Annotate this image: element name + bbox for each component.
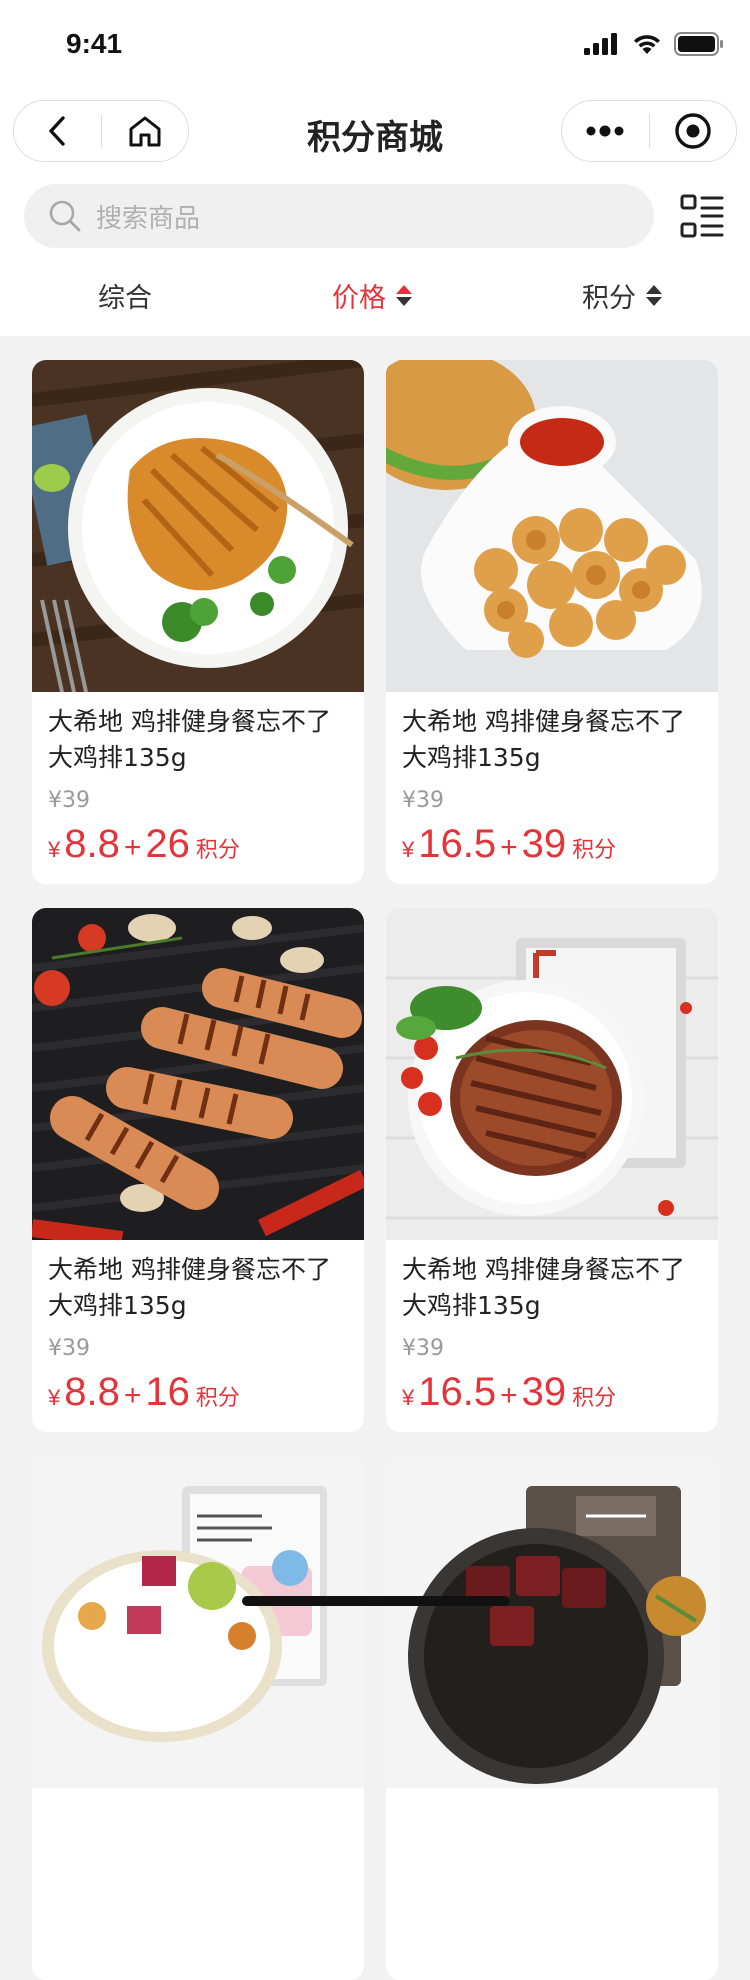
sort-arrows-icon <box>646 285 662 306</box>
price-row: ¥ 8.8 + 26 积分 <box>48 822 240 867</box>
cash-price: 16.5 <box>418 1370 497 1414</box>
signal-icon <box>584 33 617 55</box>
search-placeholder: 搜索商品 <box>96 203 201 234</box>
product-name: 大希地 鸡排健身餐忘不了大鸡排135g <box>48 707 331 772</box>
currency-symbol: ¥ <box>402 1385 415 1410</box>
product-image <box>386 908 718 1240</box>
product-card[interactable] <box>386 1456 718 1980</box>
original-price: ¥39 <box>48 788 90 813</box>
search-icon <box>49 200 81 232</box>
currency-symbol: ¥ <box>402 837 415 862</box>
nav-bar: 积分商城 <box>0 96 750 166</box>
product-card[interactable]: 大希地 鸡排健身餐忘不了大鸡排135g ¥39 ¥ 8.8 + 16 积分 <box>32 908 364 1432</box>
product-name: 大希地 鸡排健身餐忘不了大鸡排135g <box>402 707 685 772</box>
points-value: 39 <box>521 822 567 866</box>
sort-bar: 综合 价格 积分 <box>0 268 750 328</box>
product-card[interactable]: 大希地 鸡排健身餐忘不了大鸡排135g ¥39 ¥ 8.8 + 26 积分 <box>32 360 364 884</box>
wifi-icon <box>634 35 660 54</box>
sort-comprehensive-tab[interactable]: 综合 <box>98 276 152 315</box>
points-value: 26 <box>145 822 190 866</box>
search-row: 搜索商品 <box>0 184 750 250</box>
more-icon <box>586 125 624 137</box>
price-row: ¥ 16.5 + 39 积分 <box>402 822 616 867</box>
layout-toggle-icon[interactable] <box>680 194 724 238</box>
status-bar: 9:41 <box>0 0 750 92</box>
sort-arrows-icon <box>396 285 412 306</box>
original-price: ¥39 <box>48 1336 90 1361</box>
price-row: ¥ 16.5 + 39 积分 <box>402 1370 616 1415</box>
points-value: 16 <box>145 1370 190 1414</box>
status-time: 9:41 <box>66 28 123 59</box>
currency-symbol: ¥ <box>48 1385 61 1410</box>
header-area: 9:41 积分商城 搜索商品 综合 价格 积分 <box>0 0 750 336</box>
product-name: 大希地 鸡排健身餐忘不了大鸡排135g <box>48 1255 331 1320</box>
search-input[interactable]: 搜索商品 <box>24 184 654 248</box>
product-image <box>386 360 718 692</box>
product-image <box>32 1456 364 1788</box>
plus-sign: + <box>500 831 518 864</box>
points-unit: 积分 <box>195 838 240 863</box>
points-unit: 积分 <box>572 838 617 863</box>
plus-sign: + <box>123 1379 142 1412</box>
product-image <box>32 360 364 692</box>
product-card[interactable]: 大希地 鸡排健身餐忘不了大鸡排135g ¥39 ¥ 16.5 + 39 积分 <box>386 360 718 884</box>
home-indicator <box>242 1596 510 1606</box>
product-card[interactable] <box>32 1456 364 1980</box>
sort-label: 积分 <box>582 283 636 314</box>
nav-right-capsule <box>561 100 737 162</box>
close-miniprogram-button[interactable] <box>650 101 737 161</box>
plus-sign: + <box>123 831 142 864</box>
sort-label: 价格 <box>332 283 386 314</box>
product-image <box>32 908 364 1240</box>
sort-price-tab[interactable]: 价格 <box>332 276 412 315</box>
product-card[interactable]: 大希地 鸡排健身餐忘不了大鸡排135g ¥39 ¥ 16.5 + 39 积分 <box>386 908 718 1432</box>
cash-price: 8.8 <box>64 822 120 866</box>
cash-price: 8.8 <box>64 1370 120 1414</box>
more-button[interactable] <box>562 101 649 161</box>
product-image <box>386 1456 718 1788</box>
product-name: 大希地 鸡排健身餐忘不了大鸡排135g <box>402 1255 685 1320</box>
original-price: ¥39 <box>402 1336 444 1361</box>
points-value: 39 <box>521 1370 567 1414</box>
plus-sign: + <box>500 1379 518 1412</box>
sort-points-tab[interactable]: 积分 <box>582 276 662 315</box>
target-icon <box>675 113 711 149</box>
currency-symbol: ¥ <box>48 837 61 862</box>
points-unit: 积分 <box>572 1386 617 1411</box>
original-price: ¥39 <box>402 788 444 813</box>
cash-price: 16.5 <box>418 822 497 866</box>
battery-icon <box>674 32 723 56</box>
price-row: ¥ 8.8 + 16 积分 <box>48 1370 240 1415</box>
status-icons <box>584 32 724 56</box>
points-unit: 积分 <box>195 1386 240 1411</box>
sort-label: 综合 <box>98 283 152 314</box>
